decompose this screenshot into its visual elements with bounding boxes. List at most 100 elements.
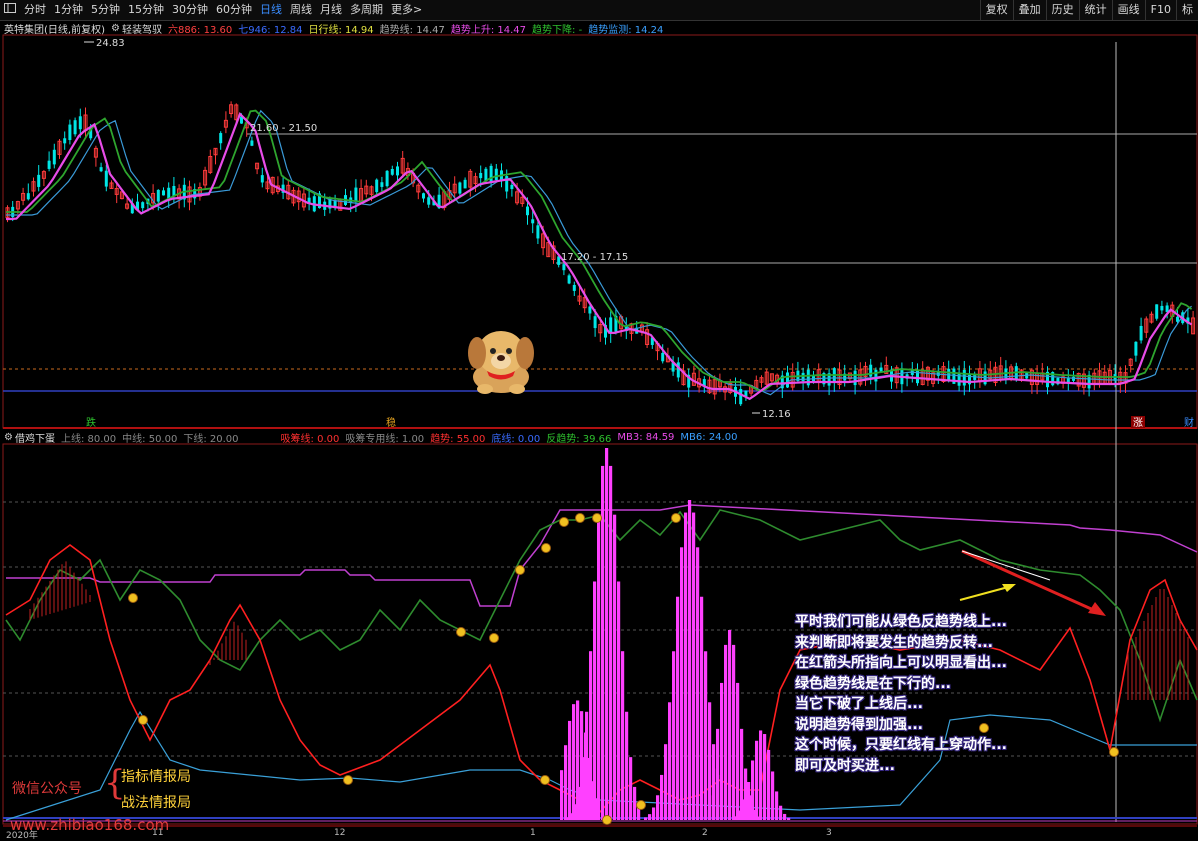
absorb-bar [771, 771, 775, 820]
signal-dot [343, 775, 353, 785]
chart-canvas[interactable]: 24.83 21.60 - 21.50 17.20 - 17.15 12.16 … [0, 0, 1198, 841]
signal-dot [489, 633, 499, 643]
absorb-bar [783, 813, 787, 820]
trend-down-value: 趋势下降: - [532, 24, 583, 36]
candle-body [588, 306, 592, 314]
candle-body [739, 389, 743, 405]
signal-dot [636, 800, 646, 810]
absorb-bar [660, 774, 664, 820]
mb3-value: MB3: 84.59 [617, 431, 675, 443]
absorb-bar [648, 814, 652, 820]
annotation-line: 当它下破了上线后... [795, 696, 923, 712]
candle-body [1139, 325, 1143, 341]
signal-dot [138, 715, 148, 725]
absorb-bar [724, 644, 728, 820]
absorb-bar [728, 630, 732, 820]
signal-dot [602, 815, 612, 825]
settings-icon[interactable]: ⚙ [4, 432, 13, 443]
absorb-bar [704, 651, 708, 820]
candle-body [1176, 316, 1179, 322]
mb6-value: MB6: 24.00 [680, 431, 738, 443]
absorb-bar [576, 700, 580, 820]
candle-body [526, 206, 529, 216]
absorb-bar [775, 791, 779, 820]
candle-body [141, 202, 145, 209]
absorb-bar [735, 816, 739, 820]
settings-icon[interactable]: ⚙ [111, 23, 120, 34]
signal-dot [540, 775, 550, 785]
trend-up-value: 趋势上升: 14.47 [450, 24, 527, 36]
candle-body [531, 219, 535, 224]
absorb-bar [767, 749, 771, 820]
absorb-bar [584, 732, 588, 820]
absorb-bar [668, 702, 672, 820]
candle-body [73, 120, 77, 135]
absorb-bar [692, 512, 696, 820]
signal-dot [1109, 747, 1119, 757]
absorb-bar [739, 810, 743, 820]
candle-body [786, 372, 789, 388]
ma6-value: 六886: 13.60 [167, 24, 233, 36]
candle-body [567, 275, 571, 284]
high-price-label: 24.83 [96, 38, 125, 49]
candle-body [458, 182, 462, 194]
signal-dot [575, 513, 585, 523]
candle-body [593, 316, 597, 329]
watermark-wechat: 微信公众号 [12, 781, 82, 797]
absorb-bar [720, 682, 724, 820]
absorb-bar [652, 807, 656, 820]
candle-body [489, 165, 493, 182]
absorb-bar [732, 644, 736, 820]
absorb-bar [736, 682, 740, 820]
absorb-bar [672, 651, 676, 820]
absorb-bar [621, 651, 625, 820]
candle-body [250, 140, 254, 146]
absorb-bar [609, 465, 613, 820]
axis-label-mar: 3 [826, 828, 832, 838]
candle-body [609, 317, 613, 334]
red-arrow [961, 549, 1099, 614]
candle-body [422, 193, 425, 199]
signal-dot [541, 543, 551, 553]
watermark-name-1: 指标情报局 [121, 769, 191, 785]
signal-dot [456, 627, 466, 637]
absorb-bar [617, 581, 621, 820]
absorb-bar [763, 734, 767, 820]
candle-body [1134, 341, 1138, 356]
marker-steady: 稳 [386, 416, 396, 429]
absorb-bar [625, 711, 629, 820]
absorb-bar [676, 596, 680, 820]
indicator-info-bar: ⚙ 借鸡下蛋 上线: 80.00 中线: 50.00 下线: 20.00 吸筹线… [0, 430, 738, 445]
low-price-label: 12.16 [762, 409, 791, 420]
absorb-bar [613, 514, 617, 820]
candle-body [1160, 305, 1164, 311]
template-name[interactable]: 轻装驾驭 [122, 21, 162, 36]
candle-body [104, 170, 108, 187]
day-line-value: 日行线: 14.94 [308, 24, 374, 36]
absorb-bar [580, 711, 584, 820]
annotation-line: 来判断即将要发生的趋势反转... [795, 634, 993, 651]
candle-body [396, 166, 399, 176]
absorb-bar [712, 768, 716, 820]
lower-value: 下线: 20.00 [183, 433, 239, 445]
absorb-bar [656, 795, 660, 820]
candle-body [390, 168, 394, 175]
absorb-value: 吸筹线: 0.00 [280, 433, 340, 445]
yellow-arrow [959, 585, 1013, 601]
reverse-trend-value: 反趋势: 39.66 [546, 433, 612, 445]
absorb-bar [592, 781, 596, 820]
absorb-bar [740, 728, 744, 820]
axis-label-dec: 12 [334, 828, 346, 838]
signal-dot [128, 593, 138, 603]
candle-body [156, 189, 160, 202]
candle-body [572, 284, 576, 291]
puppy-sticker [468, 331, 534, 394]
absorb-bar [568, 720, 572, 820]
absorb-bar [779, 805, 783, 820]
candle-body [661, 353, 665, 362]
axis-label-jan: 1 [530, 828, 536, 838]
annotation-line: 绿色趋势线是在下行的... [795, 675, 951, 692]
annotation-line: 这个时候，只要红线有上穿动作... [795, 737, 1007, 753]
indicator-name[interactable]: 借鸡下蛋 [15, 430, 55, 445]
absorb-bar [700, 816, 704, 820]
